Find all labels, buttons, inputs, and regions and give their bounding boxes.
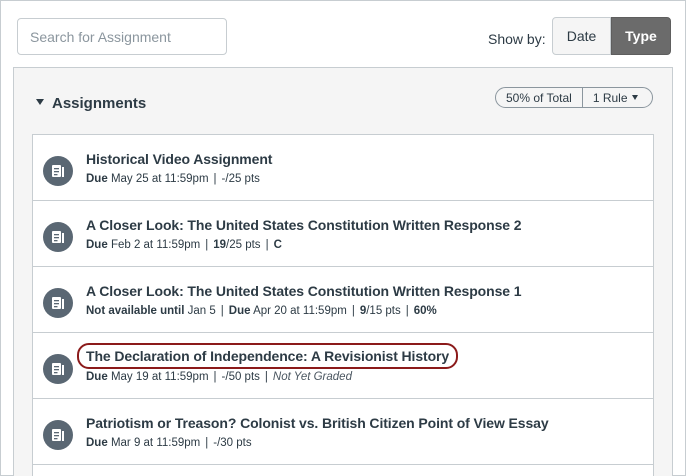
list-item[interactable]: Historical Video Assignment Due May 25 a… xyxy=(33,135,653,201)
assignment-meta: Due May 19 at 11:59pm | -/50 pts | Not Yet G… xyxy=(86,371,352,383)
assignment-icon xyxy=(43,354,73,384)
caret-down-icon[interactable] xyxy=(36,99,44,105)
assignment-icon xyxy=(43,288,73,318)
assignment-title[interactable]: A Closer Look: The United States Constit… xyxy=(86,283,522,299)
assignment-meta: Not available until Jan 5 | Due Apr 20 at … xyxy=(86,305,437,317)
list-item[interactable]: A Closer Look: The United States Constit… xyxy=(33,267,653,333)
group-weight: 50% of Total xyxy=(496,88,583,107)
assignment-icon xyxy=(43,222,73,252)
assignment-group: Assignments 50% of Total 1 Rule Historic… xyxy=(13,67,673,476)
list-item[interactable]: Patriotism or Treason? Colonist vs. Brit… xyxy=(33,399,653,465)
group-rules-button[interactable]: 1 Rule xyxy=(583,91,648,105)
toolbar: Show by: Date Type xyxy=(1,1,686,67)
list-item[interactable]: A Closer Look: The United States Constit… xyxy=(33,201,653,267)
assignment-list: Historical Video Assignment Due May 25 a… xyxy=(32,134,654,476)
group-title[interactable]: Assignments xyxy=(52,95,146,112)
assignment-title[interactable]: The Declaration of Independence: A Revis… xyxy=(76,343,459,369)
assignment-title[interactable]: A Closer Look: The United States Constit… xyxy=(86,217,522,233)
group-weight-pill: 50% of Total 1 Rule xyxy=(495,87,653,108)
show-by-type-button[interactable]: Type xyxy=(611,17,671,55)
assignment-meta: Due May 25 at 11:59pm | -/25 pts xyxy=(86,173,260,185)
show-by-date-button[interactable]: Date xyxy=(552,17,611,55)
search-input[interactable] xyxy=(17,18,227,55)
assignment-meta: Due Mar 9 at 11:59pm | -/30 pts xyxy=(86,437,252,449)
assignment-meta: Due Feb 2 at 11:59pm | 19/25 pts | C xyxy=(86,239,282,251)
assignment-title[interactable]: Patriotism or Treason? Colonist vs. Brit… xyxy=(86,415,549,431)
assignment-icon xyxy=(43,156,73,186)
assignment-icon xyxy=(43,420,73,450)
chevron-down-icon xyxy=(631,95,638,100)
show-by-toggle: Date Type xyxy=(552,17,671,55)
list-item[interactable]: The Declaration of Independence: A Revis… xyxy=(33,333,653,399)
assignment-group-header[interactable]: Assignments 50% of Total 1 Rule xyxy=(14,68,672,134)
group-rules-label: 1 Rule xyxy=(592,90,628,105)
show-by-label: Show by: xyxy=(488,31,546,47)
assignment-title[interactable]: Historical Video Assignment xyxy=(86,151,272,167)
